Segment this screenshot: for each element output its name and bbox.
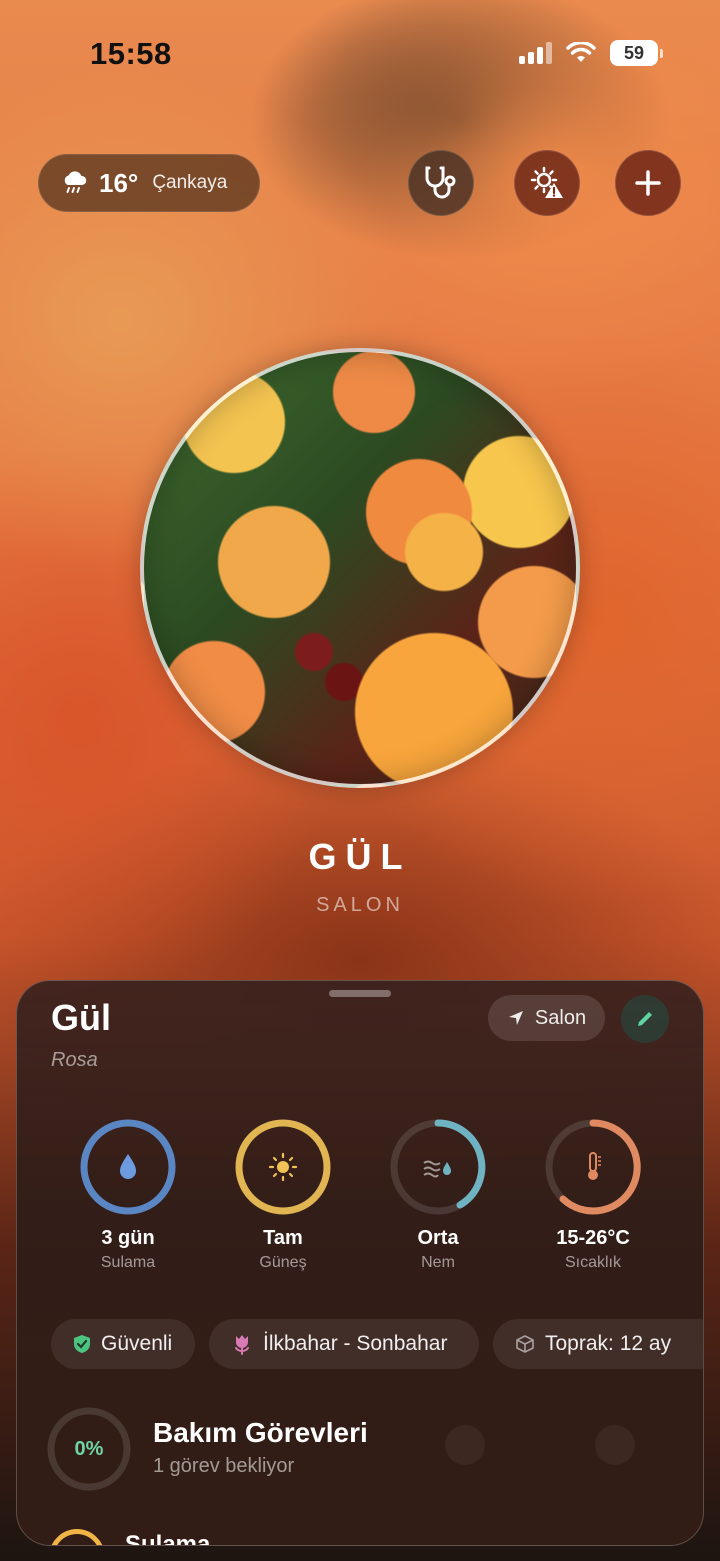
watering-ring [80, 1119, 176, 1215]
sunlight-ring [235, 1119, 331, 1215]
wifi-icon [566, 42, 596, 62]
plant-latin-name: Rosa [51, 1049, 98, 1071]
metric-value: Tam [263, 1227, 303, 1249]
light-warning-button[interactable] [514, 150, 580, 216]
care-metrics: 3 gün Sulama Tam Güneş Orta Nem 15-26°C … [17, 1117, 703, 1277]
background-tab-icons [445, 1425, 635, 1465]
metric-value: Orta [417, 1227, 459, 1249]
plant-photo-overlay [144, 352, 576, 784]
next-task-ring [37, 1517, 117, 1545]
care-percent: 0% [74, 1438, 104, 1460]
season-chip[interactable]: İlkbahar - Sonbahar [209, 1319, 479, 1369]
metric-value: 15-26°C [556, 1227, 630, 1249]
plant-room: SALON [316, 894, 404, 916]
cellular-signal-icon [519, 42, 552, 64]
location-chip[interactable]: Salon [488, 995, 605, 1041]
metric-label: Nem [421, 1254, 455, 1271]
metric-watering[interactable]: 3 gün Sulama [53, 1117, 203, 1272]
status-time: 15:58 [90, 36, 172, 71]
metric-temperature[interactable]: 15-26°C Sıcaklık [518, 1117, 668, 1272]
rain-cloud-icon [64, 171, 87, 193]
add-button[interactable] [615, 150, 681, 216]
weather-city: Çankaya [152, 172, 228, 193]
tulip-icon [235, 1335, 249, 1355]
soil-label: Toprak: 12 ay [545, 1332, 672, 1355]
plant-detail-sheet[interactable]: Gül Rosa Salon 3 gün Sulama Tam Güneş Or… [16, 980, 704, 1546]
battery-indicator: 59 [610, 40, 663, 66]
water-drop-icon [120, 1154, 136, 1179]
safety-label: Güvenli [101, 1332, 173, 1355]
plant-name: Gül [51, 997, 111, 1038]
humidity-icon [423, 1160, 451, 1178]
care-subtitle: 1 görev bekliyor [153, 1455, 295, 1477]
care-title: Bakım Görevleri [153, 1417, 368, 1448]
weather-temperature: 16° [99, 167, 139, 198]
metric-humidity[interactable]: Orta Nem [363, 1117, 513, 1272]
thermometer-icon [588, 1152, 601, 1180]
status-bar: 15:58 59 [0, 0, 720, 100]
sun-icon [268, 1152, 298, 1182]
diagnose-button[interactable] [408, 150, 474, 216]
info-chips: Güvenli İlkbahar - Sonbahar Toprak: 12 a… [51, 1319, 703, 1369]
status-icons: 59 [519, 40, 663, 66]
sun-warning-icon [530, 166, 563, 198]
metric-label: Sulama [100, 1254, 156, 1271]
next-task-row[interactable]: Sulama [37, 1517, 689, 1546]
metric-label: Güneş [259, 1254, 307, 1271]
cube-icon [516, 1335, 534, 1353]
plant-title: GÜL [308, 836, 412, 877]
stethoscope-icon [425, 166, 456, 199]
care-tasks-row[interactable]: 0% Bakım Görevleri 1 görev bekliyor [45, 1405, 685, 1495]
soil-chip[interactable]: Toprak: 12 ay [493, 1319, 703, 1369]
safety-chip[interactable]: Güvenli [51, 1319, 195, 1369]
sheet-grabber[interactable] [329, 990, 391, 997]
season-label: İlkbahar - Sonbahar [263, 1332, 448, 1355]
next-task-title: Sulama [125, 1531, 211, 1546]
weather-chip[interactable]: 16° Çankaya [38, 154, 260, 212]
shield-check-icon [74, 1335, 90, 1353]
metric-sunlight[interactable]: Tam Güneş [208, 1117, 358, 1272]
location-arrow-icon [508, 1011, 523, 1025]
metric-label: Sıcaklık [564, 1254, 621, 1271]
temperature-ring [545, 1119, 641, 1215]
plant-photo[interactable] [140, 348, 580, 788]
metric-value: 3 gün [101, 1227, 155, 1249]
edit-button[interactable] [621, 995, 669, 1043]
humidity-ring [390, 1119, 486, 1215]
location-label: Salon [534, 1006, 587, 1029]
plus-icon [635, 170, 661, 196]
pencil-icon [638, 1012, 652, 1026]
